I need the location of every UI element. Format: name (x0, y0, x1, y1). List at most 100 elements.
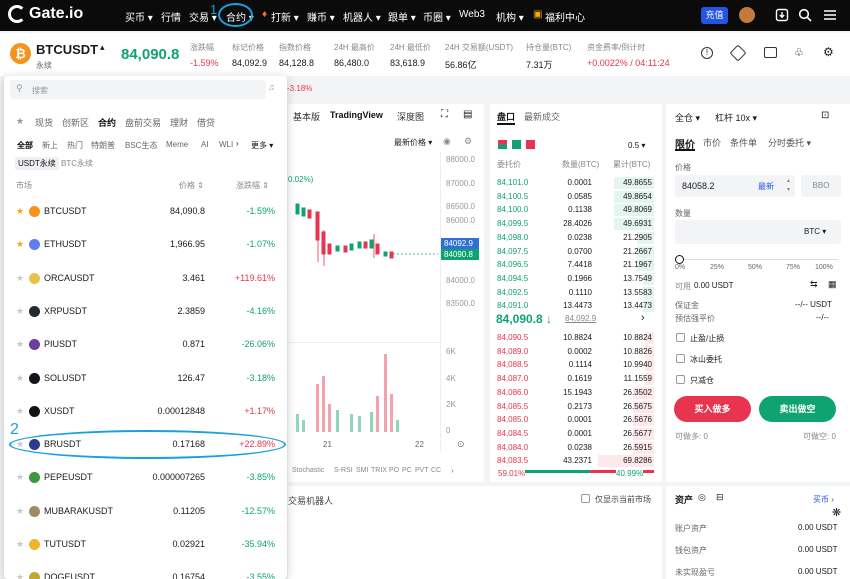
asks-row[interactable]: 84,101.0 0.0001 49.8655 (490, 177, 662, 190)
header-change[interactable]: 涨跌幅 ⇕ (236, 180, 269, 191)
slider-mark-100[interactable]: 100% (815, 264, 833, 271)
slider-mark-25[interactable]: 25% (710, 264, 724, 271)
tab-trading-bots[interactable]: 交易机器人 (288, 494, 333, 507)
calculator-icon[interactable]: ▦ (828, 279, 837, 290)
asks-row[interactable]: 84,097.5 0.0700 21.2667 (490, 245, 662, 259)
favorite-star-icon[interactable]: ★ (16, 572, 24, 579)
leverage-select[interactable]: 杠杆 10x ▾ (715, 111, 757, 124)
indicator-stochastic[interactable]: Stochastic (292, 467, 324, 474)
price-stepper-icon[interactable]: ▴ ▾ (787, 177, 790, 195)
nav-crypto-circle[interactable]: 币圈 ▾ (423, 9, 451, 24)
market-row-btcusdt[interactable]: ★ BTCUSDT 84,090.8 -1.59% (4, 195, 287, 228)
asks-row[interactable]: 84,096.5 7.4418 21.1967 (490, 259, 662, 272)
asks-row[interactable]: 84,098.0 0.0238 21.2905 (490, 231, 662, 245)
nav-bots[interactable]: 机器人 ▾ (343, 9, 381, 24)
bids-row[interactable]: 84,085.0 0.0001 26.5676 (490, 414, 662, 427)
chip-more[interactable]: 更多 ▾ (251, 140, 273, 151)
fullscreen-icon[interactable]: ⛶ (441, 109, 448, 120)
sell-short-button[interactable]: 卖出做空 (759, 396, 836, 422)
market-row-pepeusdt[interactable]: ★ PEPEUSDT 0.000007265 -3.85% (4, 461, 287, 494)
market-row-xusdt[interactable]: ★ XUSDT 0.00012848 +1.17% (4, 395, 287, 428)
chart-settings-icon[interactable]: ⊙ (457, 439, 465, 450)
favorite-star-icon[interactable]: ★ (16, 406, 24, 417)
favorite-star-icon[interactable]: ★ (16, 506, 24, 517)
market-row-mubarakusdt[interactable]: ★ MUBARAKUSDT 0.11205 -12.57% (4, 495, 287, 528)
qty-unit-select[interactable]: BTC ▾ (804, 227, 826, 236)
favorite-star-icon[interactable]: ★ (16, 373, 24, 384)
indicator-trix[interactable]: TRIX (371, 467, 387, 474)
market-row-ethusdt[interactable]: ★ ETHUSDT 1,966.95 -1.07% (4, 228, 287, 261)
favorite-star-icon[interactable]: ★ (16, 273, 24, 284)
margin-mode-select[interactable]: 全仓 ▾ (675, 111, 700, 124)
nav-web3[interactable]: Web3 (459, 9, 485, 20)
tab-recent-trades[interactable]: 最新成交 (524, 110, 560, 123)
ticker-symbol[interactable]: BTCUSDT (36, 42, 98, 57)
search-icon[interactable] (798, 8, 812, 22)
robot-icon[interactable]: ⊡ (821, 110, 829, 121)
tab-tradingview[interactable]: TradingView (330, 110, 383, 120)
tab-spot[interactable]: 现货 (35, 116, 53, 129)
slider-mark-50[interactable]: 50% (748, 264, 762, 271)
deposit-button[interactable]: 充值 (701, 7, 728, 24)
book-more-icon[interactable]: › (641, 312, 645, 324)
indicator-smi[interactable]: SMI (356, 467, 368, 474)
chip-all[interactable]: 全部 (17, 140, 33, 151)
bell-icon[interactable]: ♧ (794, 46, 804, 59)
transfer-icon[interactable]: ⇆ (810, 279, 818, 290)
indicator-po[interactable]: PO (389, 467, 399, 474)
reduce-only-checkbox[interactable] (676, 375, 685, 384)
tab-loan[interactable]: 借贷 (197, 116, 215, 129)
tab-basic[interactable]: 基本版 (293, 110, 320, 123)
book-view-asks-icon[interactable] (526, 140, 535, 149)
eye-icon[interactable]: ◎ (698, 492, 706, 503)
market-search-input[interactable]: ⚲ 搜索 (10, 80, 266, 99)
chip-trump[interactable]: 特朗普 (91, 140, 115, 151)
menu-icon[interactable] (823, 8, 837, 22)
slider-mark-75[interactable]: 75% (786, 264, 800, 271)
nav-rewards-center[interactable]: 福利中心 (545, 9, 585, 24)
nav-markets[interactable]: 行情 (161, 9, 181, 24)
slider-mark-0[interactable]: 0% (675, 264, 685, 271)
tab-orderbook[interactable]: 盘口 (497, 110, 515, 123)
gear-icon[interactable]: ⚙ (464, 136, 472, 147)
card-icon[interactable] (764, 47, 777, 58)
camera-icon[interactable]: ◉ (443, 136, 451, 147)
latest-price-select[interactable]: 最新价格 ▾ (394, 137, 432, 148)
tab-pre-market[interactable]: 盘前交易 (125, 116, 161, 129)
market-row-dogeusdt[interactable]: ★ DOGEUSDT 0.16754 -3.55% (4, 561, 287, 579)
nav-institutional[interactable]: 机构 ▾ (496, 9, 524, 24)
bids-row[interactable]: 84,084.0 0.0238 26.5915 (490, 441, 662, 455)
indicator-pvt[interactable]: PVT (415, 467, 429, 474)
bids-row[interactable]: 84,084.5 0.0001 26.5677 (490, 427, 662, 441)
chip-bsc[interactable]: BSC生态 (125, 140, 157, 151)
indicator-pc[interactable]: PC (402, 467, 412, 474)
history-icon[interactable]: ⊟ (716, 492, 724, 503)
book-view-both-icon[interactable] (498, 140, 507, 149)
chip-wli[interactable]: WLI (219, 140, 233, 149)
market-row-xrpusdt[interactable]: ★ XRPUSDT 2.3859 -4.16% (4, 295, 287, 328)
latest-price-button[interactable]: 最新 (758, 181, 774, 192)
asks-row[interactable]: 84,094.5 0.1966 13.7549 (490, 272, 662, 286)
favorite-star-icon[interactable]: ★ (16, 306, 24, 317)
subtab-btc-perp[interactable]: BTC永续 (61, 158, 93, 169)
download-icon[interactable] (775, 8, 789, 22)
market-row-solusdt[interactable]: ★ SOLUSDT 126.47 -3.18% (4, 362, 287, 395)
chip-new[interactable]: 新上 (42, 140, 58, 151)
bell-icon[interactable]: ♫ (268, 82, 275, 92)
qty-slider-handle[interactable] (675, 255, 684, 264)
chip-ai[interactable]: AI (201, 140, 209, 149)
bbo-button[interactable]: BBO (801, 175, 841, 197)
favorite-star-icon[interactable]: ★ (16, 539, 24, 550)
tab-market[interactable]: 市价 (703, 136, 721, 149)
asks-row[interactable]: 84,099.5 28.4026 49.6931 (490, 218, 662, 231)
chips-next-icon[interactable]: › (236, 139, 239, 148)
book-view-bids-icon[interactable] (512, 140, 521, 149)
nav-earn[interactable]: 赚币 ▾ (307, 9, 335, 24)
indicators-more-icon[interactable]: › (451, 466, 454, 475)
warning-icon[interactable]: ! (701, 47, 713, 59)
market-row-piusdt[interactable]: ★ PIUSDT 0.871 -26.06% (4, 328, 287, 361)
symbol-caret-icon[interactable]: ▴ (100, 42, 105, 53)
precision-select[interactable]: 0.5 ▾ (628, 141, 645, 150)
gate-logo[interactable]: Gate.io (8, 5, 83, 23)
nav-copy-trading[interactable]: 跟单 ▾ (388, 9, 416, 24)
